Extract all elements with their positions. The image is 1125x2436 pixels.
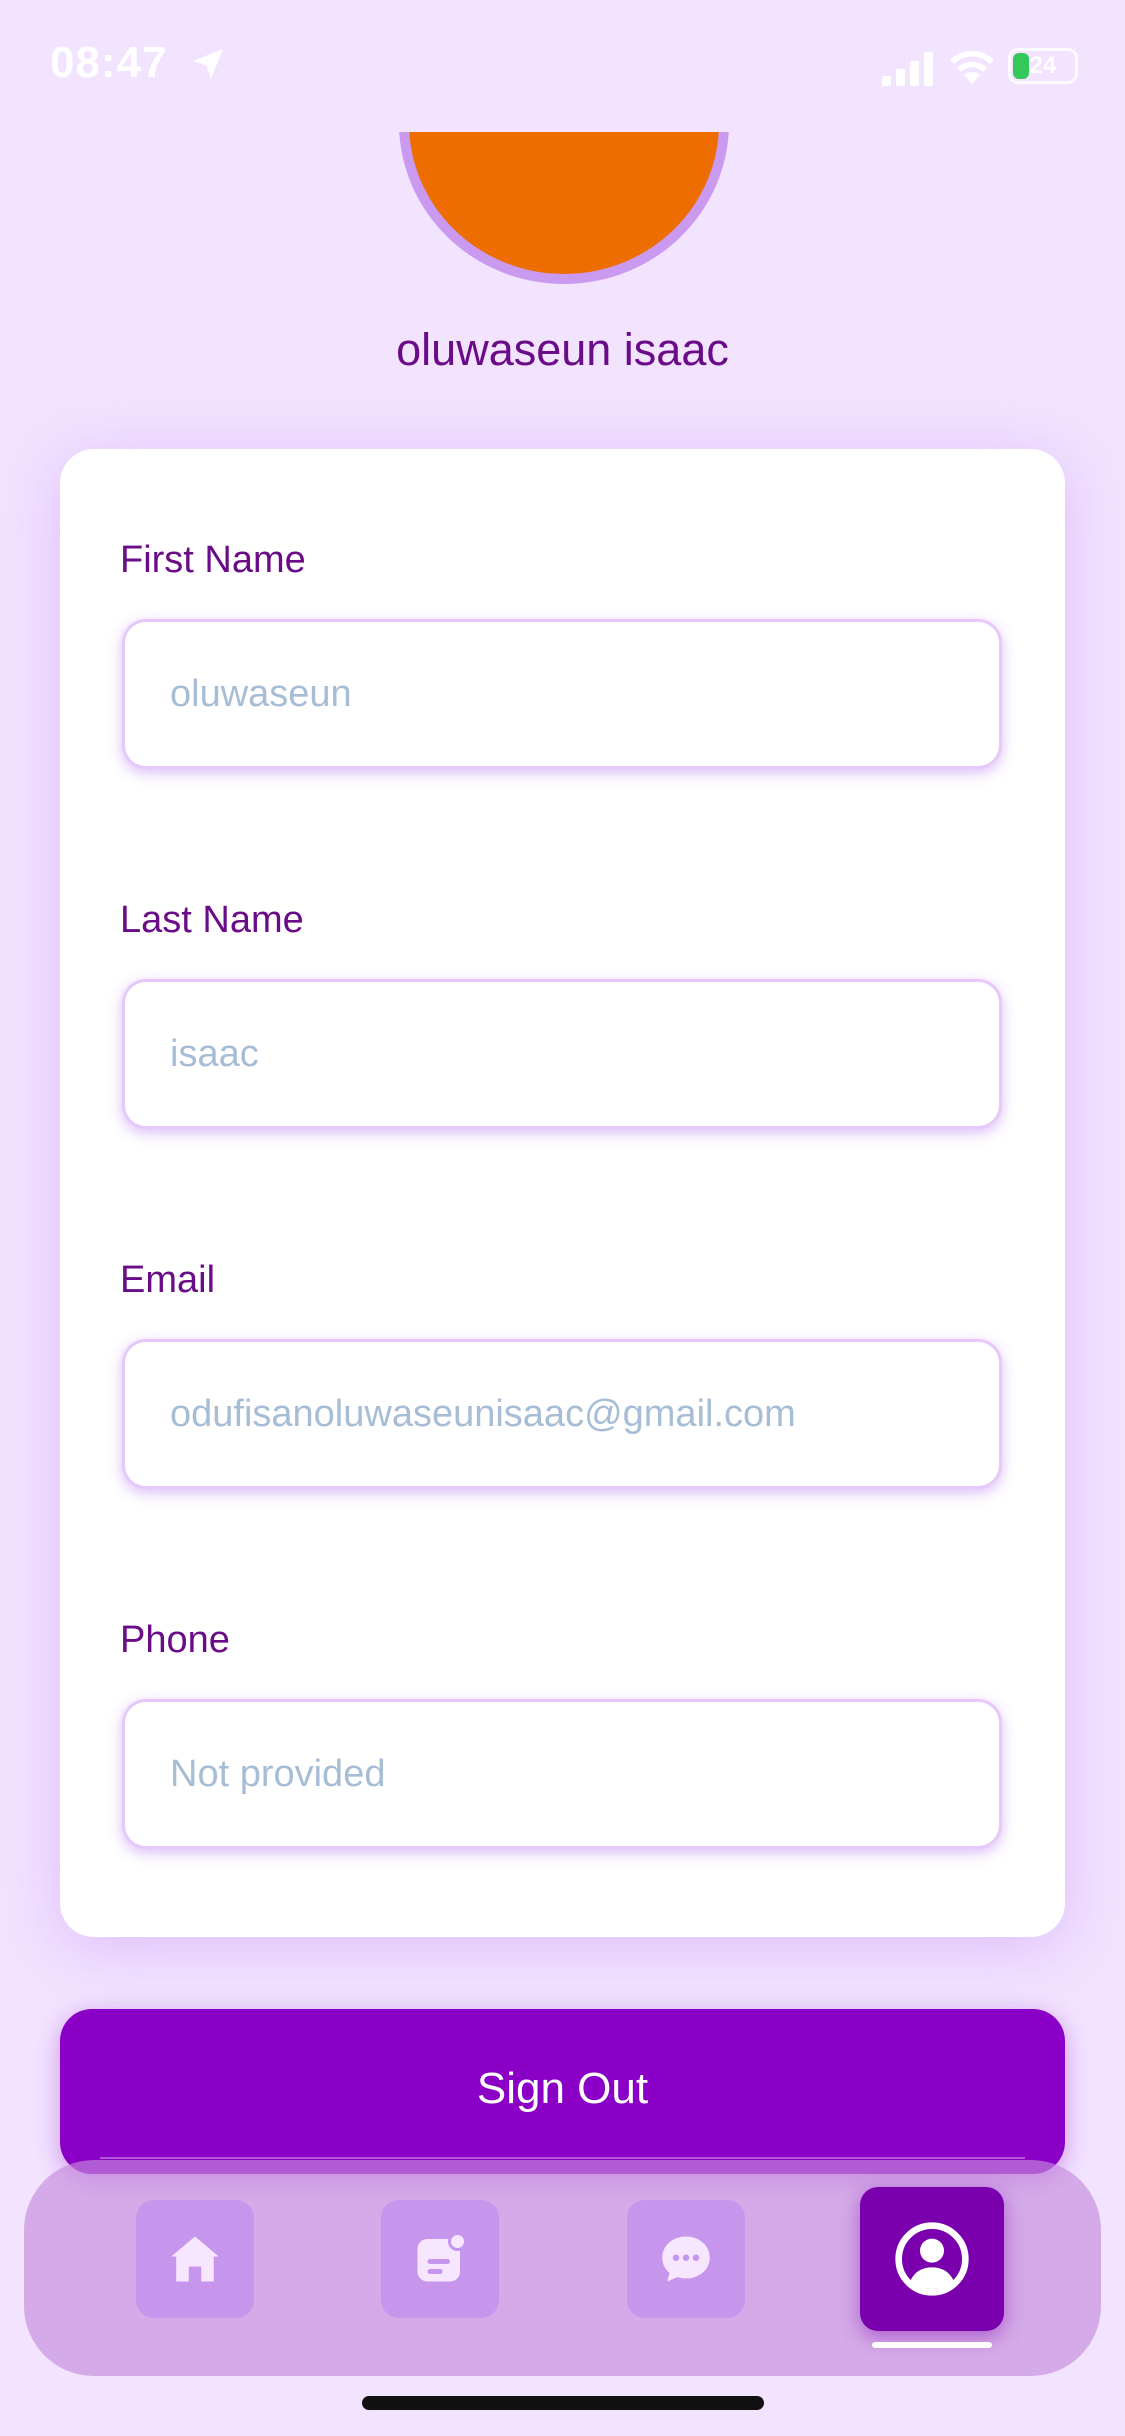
email-field[interactable]: odufisanoluwaseunisaac@gmail.com xyxy=(122,1339,1002,1489)
battery-charging-icon: 24 xyxy=(1008,48,1078,84)
cellular-signal-icon xyxy=(882,52,933,86)
first-name-value: oluwaseun xyxy=(170,673,352,715)
first-name-label: First Name xyxy=(120,539,306,581)
chat-icon xyxy=(662,2236,710,2282)
tab-notes[interactable] xyxy=(381,2200,499,2318)
sign-out-button[interactable]: Sign Out xyxy=(60,2009,1065,2174)
first-name-field[interactable]: oluwaseun xyxy=(122,619,1002,769)
notes-icon xyxy=(417,2231,468,2282)
home-icon xyxy=(171,2236,219,2282)
phone-label: Phone xyxy=(120,1619,230,1661)
sign-out-label: Sign Out xyxy=(476,2064,649,2113)
sign-out-divider xyxy=(100,2157,1025,2159)
tab-home[interactable] xyxy=(136,2200,254,2318)
active-tab-indicator xyxy=(872,2342,992,2348)
battery-percentage: 24 xyxy=(1029,52,1057,79)
last-name-value: isaac xyxy=(170,1033,259,1075)
phone-value: Not provided xyxy=(170,1753,386,1795)
profile-form-card: First Name oluwaseun Last Name isaac Ema… xyxy=(60,449,1065,1937)
status-bar-overlay: 08:47 24 xyxy=(0,0,1125,140)
tab-bar xyxy=(24,2160,1101,2376)
tab-chat[interactable] xyxy=(627,2200,745,2318)
email-value: odufisanoluwaseunisaac@gmail.com xyxy=(170,1393,796,1435)
home-indicator xyxy=(362,2396,764,2410)
status-time-text: 08:47 xyxy=(50,38,168,87)
phone-field[interactable]: Not provided xyxy=(122,1699,1002,1849)
last-name-field[interactable]: isaac xyxy=(122,979,1002,1129)
email-label: Email xyxy=(120,1259,216,1301)
location-arrow-icon xyxy=(193,49,223,79)
profile-icon xyxy=(895,2222,969,2296)
last-name-label: Last Name xyxy=(120,899,304,941)
wifi-icon xyxy=(950,50,994,84)
profile-name: oluwaseun isaac xyxy=(396,324,729,375)
tab-profile[interactable] xyxy=(860,2187,1004,2331)
